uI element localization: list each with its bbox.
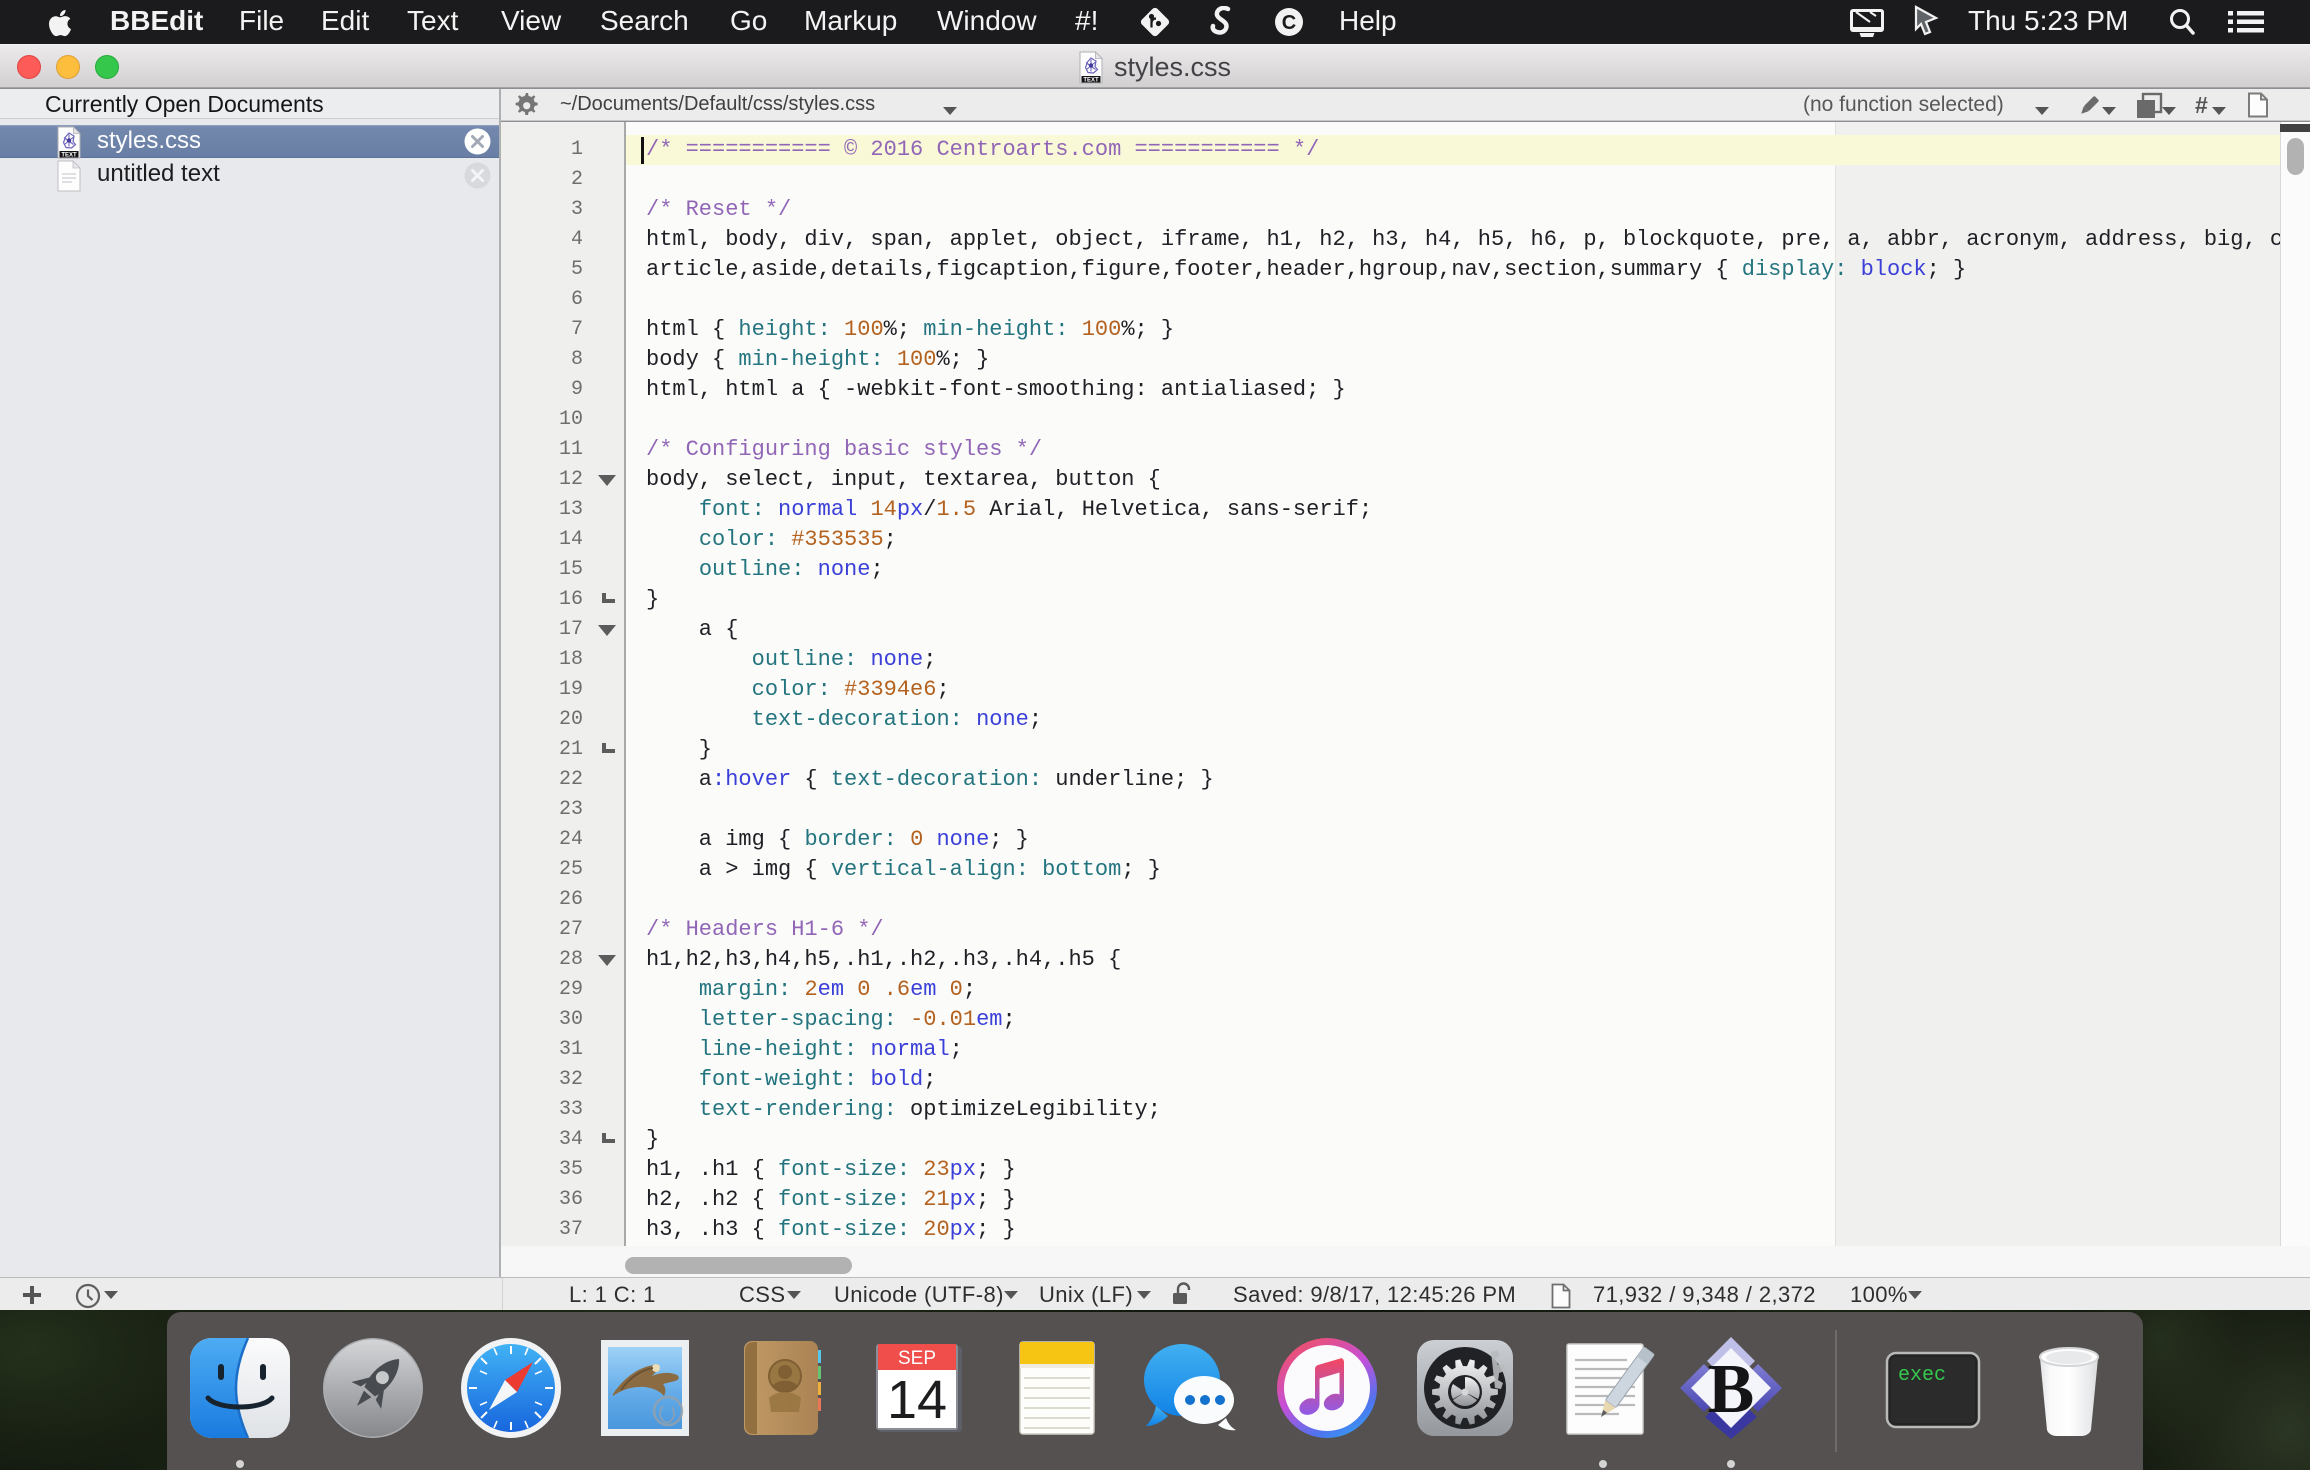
svg-text:exec: exec	[1898, 1364, 1946, 1387]
svg-text:TEXT: TEXT	[1083, 78, 1099, 84]
svg-text:14: 14	[887, 1370, 947, 1430]
svg-text:SEP: SEP	[898, 1348, 936, 1369]
svg-text:C: C	[1282, 12, 1296, 34]
svg-text:B: B	[1708, 1351, 1755, 1428]
svg-text:TEXT: TEXT	[61, 153, 77, 159]
